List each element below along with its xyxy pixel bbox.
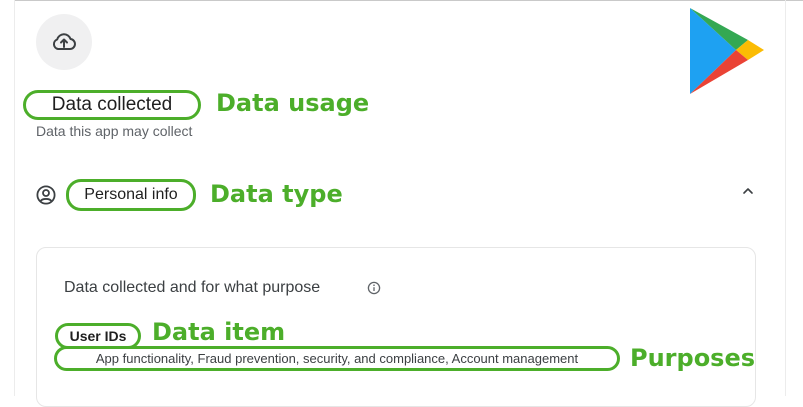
google-play-logo [690,8,764,94]
info-icon[interactable] [367,281,381,295]
annotation-data-item: Data item [152,318,286,346]
left-border [14,0,15,396]
top-divider [14,0,803,1]
account-circle-icon [36,185,56,205]
annotation-data-usage: Data usage [216,89,370,117]
upload-icon-badge [36,14,92,70]
cloud-upload-icon [52,33,76,50]
card-title: Data collected and for what purpose [64,279,321,296]
data-collected-heading: Data collected [23,90,201,120]
chevron-up-icon[interactable] [741,186,755,196]
right-border [785,0,786,396]
data-purpose-card [36,247,756,407]
annotation-purposes: Purposes [630,344,756,372]
data-collected-subtitle: Data this app may collect [36,123,193,139]
data-item-purposes: App functionality, Fraud prevention, sec… [54,346,620,371]
section-personal-info[interactable]: Personal info [66,179,196,211]
annotation-data-type: Data type [210,180,343,208]
